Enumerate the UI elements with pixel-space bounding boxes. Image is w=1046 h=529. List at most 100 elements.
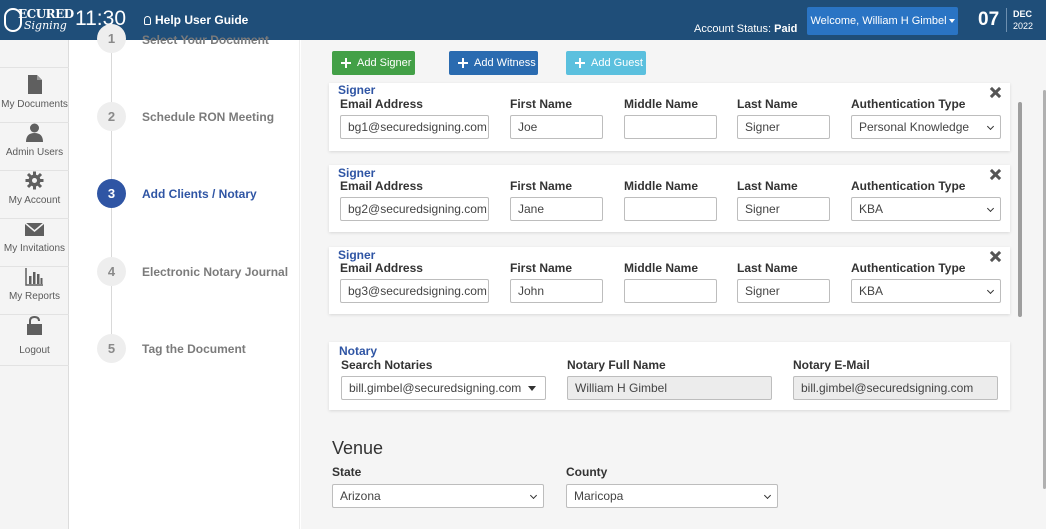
- state-label: State: [332, 465, 362, 479]
- notary-tag: Notary: [339, 344, 378, 358]
- envelope-icon: [25, 222, 44, 236]
- step-3-label[interactable]: Add Clients / Notary: [142, 187, 257, 201]
- middle-name-label: Middle Name: [624, 261, 699, 275]
- state-select[interactable]: Arizona: [332, 484, 544, 508]
- add-witness-label: Add Witness: [474, 57, 536, 69]
- date-year: 2022: [1013, 21, 1034, 31]
- sidebar-item-my-documents[interactable]: My Documents: [0, 75, 69, 122]
- email-field[interactable]: bg2@securedsigning.com: [340, 197, 489, 221]
- remove-signer-close-icon[interactable]: [990, 251, 1001, 262]
- gear-icon: [25, 171, 44, 190]
- last-name-label: Last Name: [737, 179, 798, 193]
- auth-type-value: KBA: [859, 202, 884, 216]
- state-value: Arizona: [340, 489, 381, 503]
- middle-name-label: Middle Name: [624, 179, 699, 193]
- middle-name-field[interactable]: [624, 279, 717, 303]
- step-4-number[interactable]: 4: [97, 257, 126, 286]
- chevron-down-icon: [529, 491, 538, 500]
- sidebar-item-label: My Invitations: [3, 243, 66, 254]
- bar-chart-icon: [25, 268, 43, 286]
- sidebar-item-label: My Reports: [8, 291, 61, 302]
- account-status-label: Account Status:: [694, 23, 772, 35]
- sidebar-item-label: Admin Users: [5, 147, 64, 158]
- county-value: Maricopa: [574, 489, 624, 503]
- signer-card-2: Signer Email Address First Name Middle N…: [329, 165, 1010, 232]
- auth-type-select[interactable]: KBA: [851, 279, 1001, 303]
- account-status: Account Status: Paid: [694, 23, 797, 35]
- auth-type-value: KBA: [859, 284, 884, 298]
- email-field[interactable]: bg3@securedsigning.com: [340, 279, 489, 303]
- step-5-number[interactable]: 5: [97, 334, 126, 363]
- help-user-guide-link[interactable]: Help User Guide: [144, 13, 248, 27]
- welcome-user-dropdown[interactable]: Welcome, William H Gimbel: [807, 7, 958, 35]
- secured-signing-logo[interactable]: ECURED Signing: [4, 5, 74, 35]
- sidebar-divider: [0, 67, 69, 68]
- add-signer-button[interactable]: Add Signer: [332, 51, 415, 75]
- last-name-field[interactable]: Signer: [737, 279, 830, 303]
- auth-type-select[interactable]: Personal Knowledge: [851, 115, 1001, 139]
- auth-type-select[interactable]: KBA: [851, 197, 1001, 221]
- sidebar-divider: [0, 314, 69, 315]
- notary-full-name-field[interactable]: William H Gimbel: [567, 376, 772, 400]
- email-field[interactable]: bg1@securedsigning.com: [340, 115, 489, 139]
- first-name-label: First Name: [510, 97, 573, 111]
- last-name-field[interactable]: Signer: [737, 197, 830, 221]
- add-witness-button[interactable]: Add Witness: [449, 51, 538, 75]
- main-content: Add Signer Add Witness Add Guest Signer …: [301, 40, 1046, 529]
- chevron-down-icon: [763, 491, 772, 500]
- signer-card-1: Signer Email Address First Name Middle N…: [329, 83, 1010, 151]
- notary-email-field[interactable]: bill.gimbel@securedsigning.com: [793, 376, 998, 400]
- first-name-label: First Name: [510, 261, 573, 275]
- chevron-down-icon: [986, 122, 995, 131]
- signer-tag: Signer: [338, 166, 376, 180]
- add-signer-label: Add Signer: [357, 57, 412, 69]
- step-4-label[interactable]: Electronic Notary Journal: [142, 265, 288, 279]
- add-guest-button[interactable]: Add Guest: [566, 51, 646, 75]
- signers-scrollbar[interactable]: [1018, 102, 1022, 317]
- first-name-field[interactable]: Joe: [510, 115, 603, 139]
- sidebar-item-label: My Account: [8, 195, 61, 206]
- document-icon: [28, 75, 42, 94]
- remove-signer-close-icon[interactable]: [990, 87, 1001, 98]
- caret-down-icon: [948, 19, 955, 23]
- step-1-label[interactable]: Select Your Document: [142, 33, 269, 47]
- last-name-label: Last Name: [737, 97, 798, 111]
- sidebar-item-logout[interactable]: Logout: [0, 316, 69, 363]
- auth-type-value: Personal Knowledge: [859, 120, 970, 134]
- middle-name-field[interactable]: [624, 115, 717, 139]
- plus-icon: [341, 58, 351, 68]
- middle-name-field[interactable]: [624, 197, 717, 221]
- sidebar-item-my-account[interactable]: My Account: [0, 171, 69, 218]
- notary-full-name-label: Notary Full Name: [567, 358, 666, 372]
- step-3-number[interactable]: 3: [97, 179, 126, 208]
- welcome-label: Welcome, William H Gimbel: [810, 15, 947, 27]
- step-2-number[interactable]: 2: [97, 102, 126, 131]
- step-5-label[interactable]: Tag the Document: [142, 342, 246, 356]
- last-name-label: Last Name: [737, 261, 798, 275]
- chevron-down-icon: [986, 286, 995, 295]
- venue-heading: Venue: [332, 438, 384, 458]
- signer-tag: Signer: [338, 248, 376, 262]
- step-2-label[interactable]: Schedule RON Meeting: [142, 110, 274, 124]
- auth-type-label: Authentication Type: [851, 97, 966, 111]
- first-name-label: First Name: [510, 179, 573, 193]
- signer-tag: Signer: [338, 83, 376, 97]
- middle-name-label: Middle Name: [624, 97, 699, 111]
- sidebar-item-my-reports[interactable]: My Reports: [0, 267, 69, 314]
- step-1-number[interactable]: 1: [97, 24, 126, 53]
- email-label: Email Address: [340, 179, 423, 193]
- sidebar-item-my-invitations[interactable]: My Invitations: [0, 219, 69, 266]
- email-label: Email Address: [340, 261, 423, 275]
- email-label: Email Address: [340, 97, 423, 111]
- account-status-value: Paid: [774, 23, 798, 35]
- first-name-field[interactable]: Jane: [510, 197, 603, 221]
- county-select[interactable]: Maricopa: [566, 484, 778, 508]
- first-name-field[interactable]: John: [510, 279, 603, 303]
- add-guest-label: Add Guest: [591, 57, 643, 69]
- last-name-field[interactable]: Signer: [737, 115, 830, 139]
- lightbulb-icon: [144, 16, 151, 25]
- sidebar-item-admin-users[interactable]: Admin Users: [0, 123, 69, 170]
- search-notaries-select[interactable]: bill.gimbel@securedsigning.com: [341, 376, 546, 400]
- county-label: County: [566, 465, 608, 479]
- remove-signer-close-icon[interactable]: [990, 169, 1001, 180]
